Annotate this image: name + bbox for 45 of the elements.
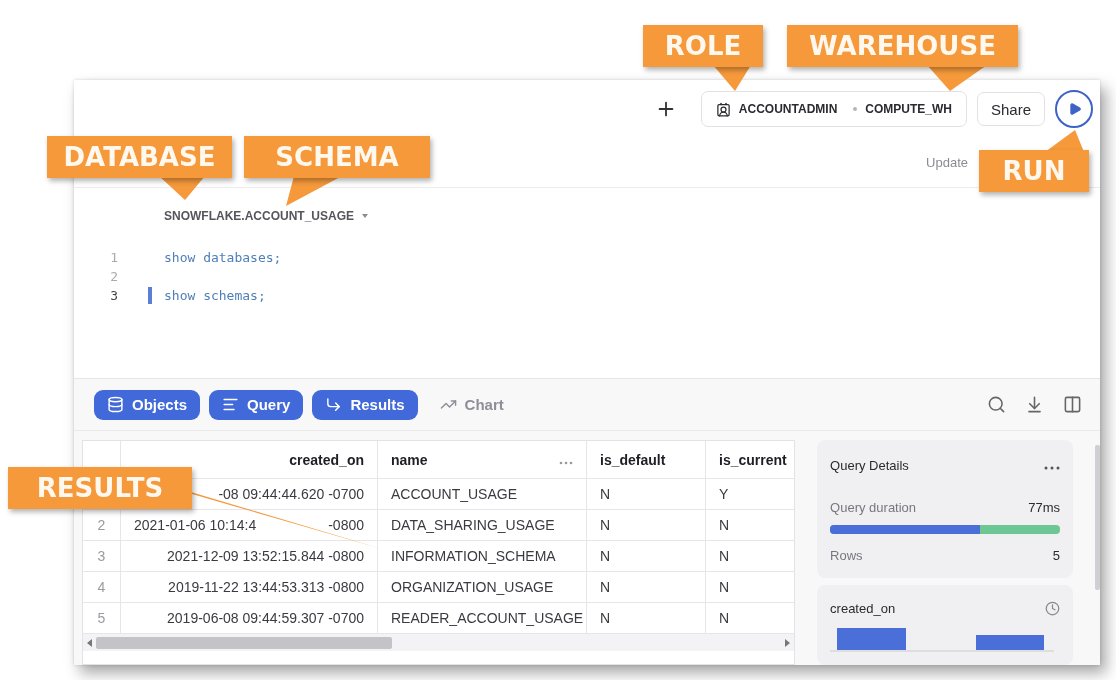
code-line: show schemas; xyxy=(164,288,266,303)
rows-value: 5 xyxy=(1052,548,1061,563)
play-icon xyxy=(1068,102,1082,116)
row-number: 4 xyxy=(83,572,121,603)
lines-icon xyxy=(222,396,240,413)
line-number: 2 xyxy=(109,269,118,284)
split-panel-icon[interactable] xyxy=(1063,395,1082,414)
search-icon[interactable] xyxy=(987,395,1006,414)
clock-icon[interactable] xyxy=(1045,601,1061,616)
run-button[interactable] xyxy=(1055,90,1093,128)
table-cell: ACCOUNT_USAGE xyxy=(378,479,587,510)
row-number: 3 xyxy=(83,541,121,572)
horizontal-scrollbar[interactable] xyxy=(83,634,795,651)
download-icon[interactable] xyxy=(1025,395,1044,414)
row-number: 2 xyxy=(83,510,121,541)
updated-text: Update xyxy=(926,155,968,170)
line-number: 3 xyxy=(109,288,118,303)
badge-icon xyxy=(715,101,731,117)
card-title: Query Details xyxy=(830,457,909,473)
database-icon xyxy=(107,396,124,413)
rows-label: Rows xyxy=(830,548,863,563)
duration-label: Query duration xyxy=(830,500,917,515)
return-arrow-icon xyxy=(325,396,343,413)
vertical-scrollbar[interactable] xyxy=(1095,445,1100,590)
table-cell: DATA_SHARING_USAGE xyxy=(378,510,587,541)
panel-tab[interactable]: Results xyxy=(312,389,418,420)
column-header[interactable]: is_default xyxy=(587,441,706,479)
panel-tab[interactable]: Objects xyxy=(94,389,201,420)
column-header[interactable]: name xyxy=(378,441,587,479)
table-cell: N xyxy=(587,541,706,572)
table-cell: N xyxy=(587,479,706,510)
role-warehouse-selector[interactable]: ACCOUNTADMIN COMPUTE_WH xyxy=(700,91,967,127)
share-button[interactable]: Share xyxy=(976,92,1045,126)
line-number: 1 xyxy=(109,250,118,265)
table-cell: 2021-12-09 13:52:15.844 -0800 xyxy=(121,541,378,572)
table-cell: N xyxy=(587,572,706,603)
code-line: show databases; xyxy=(164,250,282,265)
callout-label: RESULTS xyxy=(8,467,192,509)
table-cell: ORGANIZATION_USAGE xyxy=(378,572,587,603)
panel-tab[interactable]: Query xyxy=(209,389,304,420)
duration-value: 77ms xyxy=(1028,500,1061,515)
card-title: created_on xyxy=(830,601,896,616)
table-cell: N xyxy=(587,510,706,541)
table-cell: INFORMATION_SCHEMA xyxy=(378,541,587,572)
table-cell: 2019-11-22 13:44:53.313 -0800 xyxy=(121,572,378,603)
